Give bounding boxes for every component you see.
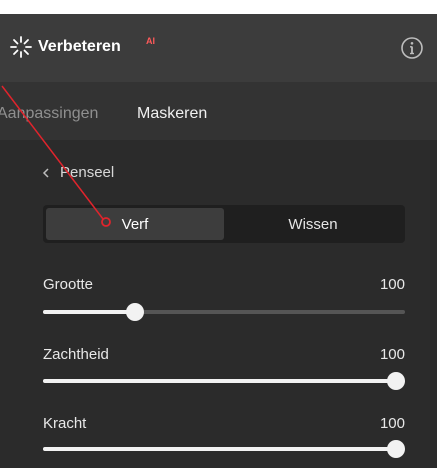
strength-value: 100 xyxy=(379,415,405,432)
slider-fill xyxy=(43,379,396,383)
breadcrumb-label[interactable]: Penseel xyxy=(60,164,114,181)
chevron-left-icon[interactable] xyxy=(42,167,52,179)
softness-slider[interactable] xyxy=(43,371,405,391)
tab-maskeren[interactable]: Maskeren xyxy=(137,105,207,123)
slider-thumb[interactable] xyxy=(387,372,405,390)
size-value: 100 xyxy=(379,276,405,293)
paint-button[interactable]: Verf xyxy=(46,208,224,240)
brush-mode-toggle: Verf Wissen xyxy=(43,205,405,243)
size-label: Grootte xyxy=(43,276,94,293)
tab-aanpassingen[interactable]: Aanpassingen xyxy=(0,105,98,123)
panel-title: Verbeteren xyxy=(38,38,121,55)
strength-label: Kracht xyxy=(43,415,87,432)
slider-thumb[interactable] xyxy=(125,303,144,321)
slider-fill xyxy=(43,310,135,314)
sparkle-icon xyxy=(10,36,32,58)
panel-header: Verbeteren AI xyxy=(0,14,437,82)
window-top-strip xyxy=(0,0,443,14)
softness-label: Zachtheid xyxy=(43,346,109,363)
slider-thumb[interactable] xyxy=(387,440,405,458)
slider-fill xyxy=(43,447,396,451)
info-icon[interactable] xyxy=(400,36,424,60)
enhance-panel: Verbeteren AI Aanpassingen Maskeren Pens… xyxy=(0,14,437,468)
erase-button[interactable]: Wissen xyxy=(224,208,402,240)
size-slider[interactable] xyxy=(43,302,405,322)
softness-value: 100 xyxy=(379,346,405,363)
strength-slider[interactable] xyxy=(43,439,405,459)
ai-badge: AI xyxy=(146,36,155,46)
tab-bar: Aanpassingen Maskeren xyxy=(0,82,437,140)
